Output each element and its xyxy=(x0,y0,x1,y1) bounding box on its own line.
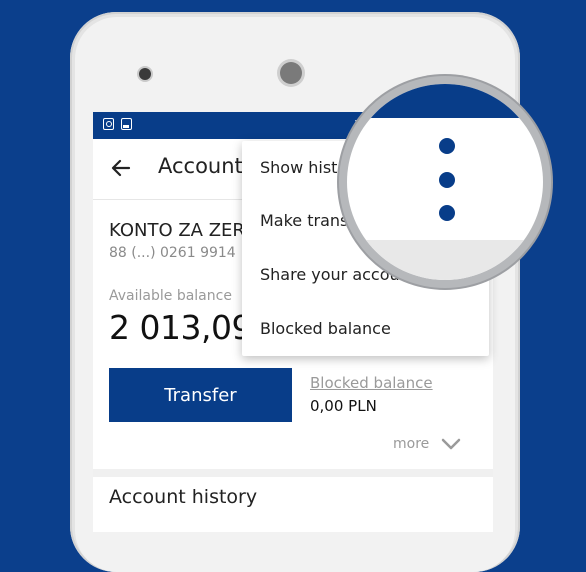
image-icon xyxy=(121,118,132,130)
chevron-down-icon xyxy=(442,438,461,450)
available-balance-amount: 2 013,09 xyxy=(109,308,252,347)
phone-speaker xyxy=(280,62,302,84)
more-toggle[interactable]: more xyxy=(393,436,461,452)
page-title: Account xyxy=(158,154,243,178)
blocked-balance-link[interactable]: Blocked balance xyxy=(310,374,433,392)
transfer-button[interactable]: Transfer xyxy=(109,368,292,422)
section-divider xyxy=(93,469,493,477)
more-label: more xyxy=(393,436,430,452)
more-vert-dot xyxy=(439,172,455,188)
magnifier-lens xyxy=(347,84,543,280)
account-name: KONTO ZA ZER xyxy=(109,220,245,241)
more-vert-dot xyxy=(439,138,455,154)
back-arrow-icon[interactable] xyxy=(109,156,133,180)
available-balance-label: Available balance xyxy=(109,288,232,304)
front-camera xyxy=(139,68,151,80)
more-vert-dot xyxy=(439,205,455,221)
sim-card-icon xyxy=(103,118,114,130)
menu-item-make-transfer[interactable]: Make transfe xyxy=(260,211,364,230)
magnified-toolbar-edge xyxy=(347,240,543,280)
blocked-balance-value: 0,00 PLN xyxy=(310,397,377,415)
menu-item-show-history[interactable]: Show histor xyxy=(260,158,354,177)
account-number: 88 (...) 0261 9914 xyxy=(109,245,236,261)
account-history-title[interactable]: Account history xyxy=(109,486,257,508)
menu-item-blocked-balance[interactable]: Blocked balance xyxy=(260,319,391,338)
magnified-status-bar xyxy=(347,84,543,118)
